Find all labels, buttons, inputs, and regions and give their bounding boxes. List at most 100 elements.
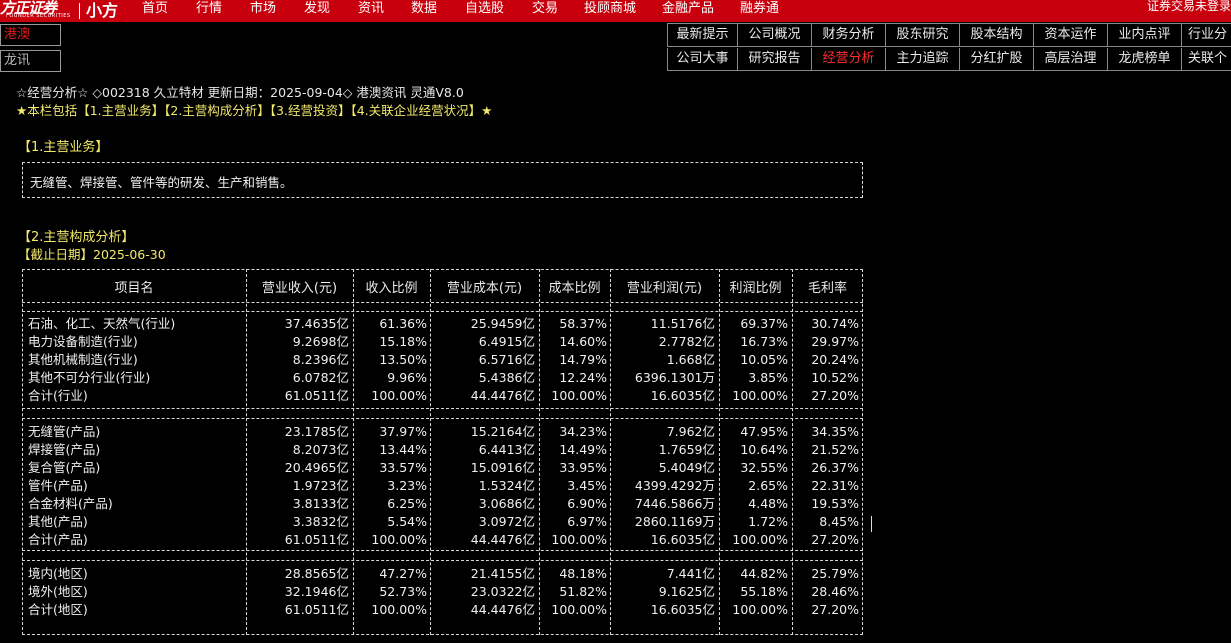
row-value-cell: 51.82% xyxy=(559,584,607,599)
row-value-cell: 19.53% xyxy=(811,496,859,511)
nav-item-advisory-mall[interactable]: 投顾商城 xyxy=(584,0,636,16)
nav-item-quotes[interactable]: 行情 xyxy=(196,0,222,16)
section-index-line: ★本栏包括【1.主营业务】【2.主营构成分析】【3.经营投资】【4.关联企业经营… xyxy=(16,103,493,118)
brand-logo[interactable]: 方正证券 FOUNDER SECURITIES 小方 xyxy=(0,0,120,22)
table-row: 复合管(产品) 20.4965亿 33.57% 15.0916亿 33.95% 5.404… xyxy=(22,459,863,477)
tab-business-analysis[interactable]: 经营分析 xyxy=(811,48,885,71)
tab-industry-analysis[interactable]: 行业分 xyxy=(1181,24,1231,47)
source-longxun-button[interactable]: 龙讯 xyxy=(0,50,61,72)
table-row: 石油、化工、天然气(行业) 37.4635亿 61.36% 25.9459亿 58.37… xyxy=(22,315,863,333)
row-value-cell: 61.0511亿 xyxy=(284,602,349,617)
main-business-box: 无缝管、焊接管、管件等的研发、生产和销售。 xyxy=(22,162,863,198)
row-value-cell: 27.20% xyxy=(811,388,859,403)
tab-dividends[interactable]: 分红扩股 xyxy=(959,48,1033,71)
nav-item-news[interactable]: 资讯 xyxy=(358,0,384,16)
row-item-name: 焊接管(产品) xyxy=(28,442,101,457)
tab-capital-operations[interactable]: 资本运作 xyxy=(1033,24,1107,47)
group-separator xyxy=(22,311,863,312)
row-value-cell: 6.4915亿 xyxy=(478,334,535,349)
table-row: 其他机械制造(行业) 8.2396亿 13.50% 6.5716亿 14.79% 1.66… xyxy=(22,351,863,369)
row-value-cell: 10.64% xyxy=(740,442,788,457)
row-item-name: 境外(地区) xyxy=(28,584,88,599)
row-value-cell: 69.37% xyxy=(740,316,788,331)
table-row: 合计(地区) 61.0511亿 100.00% 44.4476亿 100.00% 16.6… xyxy=(22,601,863,619)
table-row: 其他(产品) 3.3832亿 5.54% 3.0972亿 6.97% 2860.1169万… xyxy=(22,513,863,531)
row-value-cell: 4.48% xyxy=(748,496,788,511)
tab-main-force-tracking[interactable]: 主力追踪 xyxy=(885,48,959,71)
nav-item-trade[interactable]: 交易 xyxy=(532,0,558,16)
row-value-cell: 15.2164亿 xyxy=(470,424,535,439)
row-value-cell: 100.00% xyxy=(732,602,788,617)
row-value-cell: 7446.5866万 xyxy=(634,496,715,511)
nav-item-financial-products[interactable]: 金融产品 xyxy=(662,0,714,16)
row-value-cell: 14.49% xyxy=(559,442,607,457)
tab-dragon-tiger-list[interactable]: 龙虎榜单 xyxy=(1107,48,1181,71)
col-header-item: 项目名 xyxy=(114,281,154,296)
table-row: 管件(产品) 1.9723亿 3.23% 1.5324亿 3.45% 4399.4292万… xyxy=(22,477,863,495)
group-separator xyxy=(22,408,863,409)
row-value-cell: 12.24% xyxy=(559,370,607,385)
row-value-cell: 100.00% xyxy=(551,388,607,403)
row-value-cell: 6.5716亿 xyxy=(478,352,535,367)
row-value-cell: 33.95% xyxy=(559,460,607,475)
row-value-cell: 16.6035亿 xyxy=(650,532,715,547)
row-value-cell: 23.0322亿 xyxy=(470,584,535,599)
table-row: 电力设备制造(行业) 9.2698亿 15.18% 6.4915亿 14.60% 2.77… xyxy=(22,333,863,351)
source-hk-button[interactable]: 港澳 xyxy=(0,24,61,46)
tab-research-reports[interactable]: 研究报告 xyxy=(737,48,811,71)
row-value-cell: 10.52% xyxy=(811,370,859,385)
nav-item-data[interactable]: 数据 xyxy=(411,0,437,16)
nav-item-discover[interactable]: 发现 xyxy=(304,0,330,16)
tab-governance[interactable]: 高层治理 xyxy=(1033,48,1107,71)
tab-shareholder-research[interactable]: 股东研究 xyxy=(885,24,959,47)
row-value-cell: 3.8133亿 xyxy=(292,496,349,511)
row-item-name: 其他(产品) xyxy=(28,514,88,529)
logo-divider xyxy=(79,3,80,19)
nav-item-market[interactable]: 市场 xyxy=(250,0,276,16)
row-value-cell: 15.18% xyxy=(379,334,427,349)
row-item-name: 境内(地区) xyxy=(28,566,88,581)
row-item-name: 合计(地区) xyxy=(28,602,88,617)
table-row: 合计(产品) 61.0511亿 100.00% 44.4476亿 100.00% 16.6… xyxy=(22,531,863,549)
row-value-cell: 30.74% xyxy=(811,316,859,331)
row-value-cell: 55.18% xyxy=(740,584,788,599)
row-value-cell: 6.97% xyxy=(567,514,607,529)
row-value-cell: 2.7782亿 xyxy=(658,334,715,349)
tab-related-stocks[interactable]: 关联个 xyxy=(1181,48,1231,71)
col-header-gross-margin: 毛利率 xyxy=(807,281,847,296)
revenue-composition-table: 项目名 营业收入(元) 收入比例 营业成本(元) 成本比例 营业利润(元) 利润… xyxy=(22,269,863,635)
col-header-profit-ratio: 利润比例 xyxy=(729,281,782,296)
col-header-revenue-ratio: 收入比例 xyxy=(365,281,418,296)
login-status[interactable]: 证券交易未登录 xyxy=(1147,0,1231,14)
row-value-cell: 6.0782亿 xyxy=(292,370,349,385)
row-value-cell: 37.97% xyxy=(379,424,427,439)
nav-item-securities-lending[interactable]: 融券通 xyxy=(740,0,779,16)
row-value-cell: 3.23% xyxy=(387,478,427,493)
page-title-line: ☆经营分析☆ ◇002318 久立特材 更新日期：2025-09-04◇ 港澳资… xyxy=(16,85,464,100)
row-value-cell: 5.54% xyxy=(387,514,427,529)
row-value-cell: 34.23% xyxy=(559,424,607,439)
tab-company-overview[interactable]: 公司概况 xyxy=(737,24,811,47)
tab-share-structure[interactable]: 股本结构 xyxy=(959,24,1033,47)
row-value-cell: 20.4965亿 xyxy=(284,460,349,475)
row-value-cell: 28.46% xyxy=(811,584,859,599)
row-value-cell: 61.0511亿 xyxy=(284,532,349,547)
row-value-cell: 16.6035亿 xyxy=(650,388,715,403)
tab-financial-analysis[interactable]: 财务分析 xyxy=(811,24,885,47)
tab-company-events[interactable]: 公司大事 xyxy=(667,48,737,71)
row-value-cell: 58.37% xyxy=(559,316,607,331)
col-header-cost-ratio: 成本比例 xyxy=(548,281,601,296)
col-header-cost: 营业成本(元) xyxy=(446,281,523,296)
row-value-cell: 26.37% xyxy=(811,460,859,475)
row-value-cell: 44.4476亿 xyxy=(470,532,535,547)
group-separator xyxy=(22,550,863,551)
tab-latest-tips[interactable]: 最新提示 xyxy=(667,24,737,47)
table-row: 境内(地区) 28.8565亿 47.27% 21.4155亿 48.18% 7.441亿… xyxy=(22,565,863,583)
col-header-revenue: 营业收入(元) xyxy=(261,281,338,296)
nav-item-home[interactable]: 首页 xyxy=(142,0,168,16)
row-value-cell: 9.1625亿 xyxy=(658,584,715,599)
row-value-cell: 16.73% xyxy=(740,334,788,349)
row-value-cell: 37.4635亿 xyxy=(284,316,349,331)
nav-item-watchlist[interactable]: 自选股 xyxy=(465,0,504,16)
tab-industry-comments[interactable]: 业内点评 xyxy=(1107,24,1181,47)
